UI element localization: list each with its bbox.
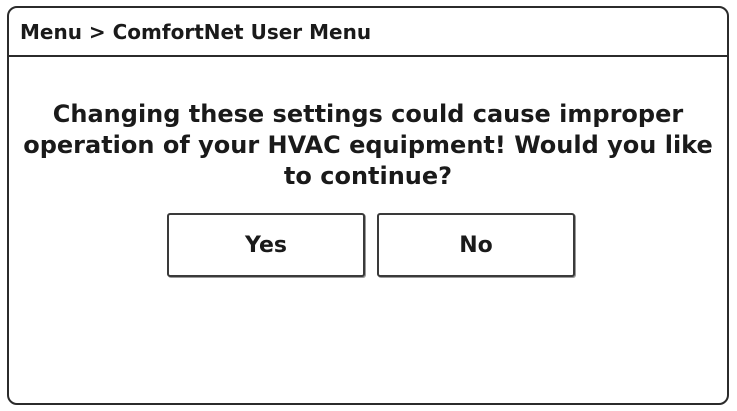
header-bar: Menu > ComfortNet User Menu <box>9 8 727 57</box>
no-button[interactable]: No <box>377 213 575 277</box>
thermostat-screen: Menu > ComfortNet User Menu Changing the… <box>7 6 729 405</box>
breadcrumb[interactable]: Menu > ComfortNet User Menu <box>20 20 371 44</box>
dialog-body: Changing these settings could cause impr… <box>9 57 727 403</box>
button-row: Yes No <box>167 213 575 277</box>
warning-message: Changing these settings could cause impr… <box>23 100 713 190</box>
yes-button[interactable]: Yes <box>167 213 365 277</box>
